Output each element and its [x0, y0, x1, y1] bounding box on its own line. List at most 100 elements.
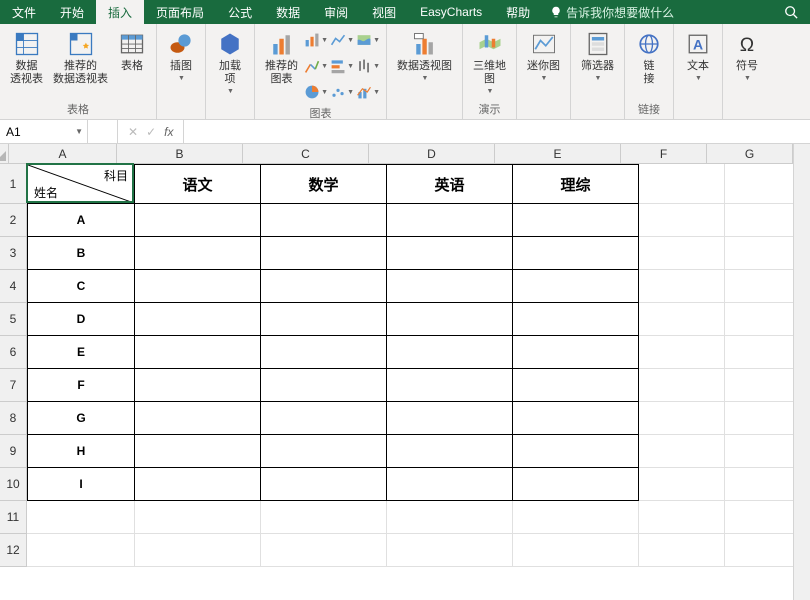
cell[interactable]: [513, 369, 639, 402]
symbols-button[interactable]: Ω 符号 ▼: [729, 28, 765, 84]
table-button[interactable]: 表格: [114, 28, 150, 75]
row-header[interactable]: 10: [0, 468, 27, 501]
cell[interactable]: [387, 270, 513, 303]
row-header[interactable]: 8: [0, 402, 27, 435]
chart-map-button[interactable]: ▼: [356, 28, 380, 52]
column-header[interactable]: F: [621, 144, 707, 164]
row-header[interactable]: 5: [0, 303, 27, 336]
cell[interactable]: [387, 435, 513, 468]
cell[interactable]: [725, 237, 793, 270]
cell[interactable]: C: [27, 270, 135, 303]
cell[interactable]: [513, 204, 639, 237]
cell[interactable]: [513, 237, 639, 270]
cell[interactable]: [261, 204, 387, 237]
menu-home[interactable]: 开始: [48, 0, 96, 24]
cell[interactable]: [513, 468, 639, 501]
cell[interactable]: [27, 534, 135, 567]
column-header[interactable]: D: [369, 144, 495, 164]
column-header[interactable]: C: [243, 144, 369, 164]
chart-line-button[interactable]: ▼: [330, 28, 354, 52]
cell[interactable]: 英语: [387, 164, 513, 204]
cell[interactable]: [387, 303, 513, 336]
chart-bar-button[interactable]: ▼: [330, 54, 354, 78]
fx-icon[interactable]: fx: [164, 125, 173, 139]
cell[interactable]: [639, 468, 725, 501]
cell[interactable]: [261, 336, 387, 369]
cell[interactable]: [639, 237, 725, 270]
column-header[interactable]: G: [707, 144, 793, 164]
cell[interactable]: [135, 501, 261, 534]
cell[interactable]: [261, 501, 387, 534]
row-header[interactable]: 3: [0, 237, 27, 270]
cancel-icon[interactable]: ✕: [128, 125, 138, 139]
cell[interactable]: [261, 468, 387, 501]
cell[interactable]: [135, 468, 261, 501]
cell[interactable]: [135, 303, 261, 336]
cell[interactable]: [639, 369, 725, 402]
cell[interactable]: [135, 204, 261, 237]
menu-insert[interactable]: 插入: [96, 0, 144, 24]
cell[interactable]: [725, 336, 793, 369]
row-header[interactable]: 6: [0, 336, 27, 369]
cell[interactable]: [513, 435, 639, 468]
cell[interactable]: [639, 270, 725, 303]
chart-pie-button[interactable]: ▼: [304, 80, 328, 104]
recommended-pivot-button[interactable]: 推荐的 数据透视表: [49, 28, 112, 88]
cell[interactable]: [725, 303, 793, 336]
cell[interactable]: [135, 270, 261, 303]
name-box[interactable]: A1 ▼: [0, 120, 88, 143]
cell[interactable]: [261, 270, 387, 303]
tell-me-search[interactable]: 告诉我你想要做什么: [542, 0, 682, 24]
cell[interactable]: [135, 336, 261, 369]
column-header[interactable]: B: [117, 144, 243, 164]
enter-icon[interactable]: ✓: [146, 125, 156, 139]
cell[interactable]: [725, 468, 793, 501]
cell[interactable]: [261, 534, 387, 567]
cell[interactable]: [725, 369, 793, 402]
chart-combo-button[interactable]: ▼: [356, 80, 380, 104]
cell[interactable]: [135, 369, 261, 402]
cell[interactable]: [725, 402, 793, 435]
cell[interactable]: [387, 369, 513, 402]
cell[interactable]: [725, 204, 793, 237]
link-button[interactable]: 链 接: [631, 28, 667, 88]
menu-view[interactable]: 视图: [360, 0, 408, 24]
cell[interactable]: 科目姓名: [27, 164, 135, 204]
cell[interactable]: [513, 270, 639, 303]
menu-file[interactable]: 文件: [0, 0, 48, 24]
cell[interactable]: [639, 501, 725, 534]
cell[interactable]: [639, 534, 725, 567]
cell[interactable]: [639, 402, 725, 435]
cell[interactable]: [725, 501, 793, 534]
cell[interactable]: [387, 468, 513, 501]
cell[interactable]: [135, 402, 261, 435]
cell[interactable]: [639, 204, 725, 237]
column-header[interactable]: E: [495, 144, 621, 164]
cell[interactable]: [513, 501, 639, 534]
cell[interactable]: [135, 237, 261, 270]
recommended-charts-button[interactable]: 推荐的 图表: [261, 28, 302, 88]
cell[interactable]: D: [27, 303, 135, 336]
row-header[interactable]: 11: [0, 501, 27, 534]
cell[interactable]: [387, 237, 513, 270]
menu-review[interactable]: 审阅: [312, 0, 360, 24]
row-header[interactable]: 9: [0, 435, 27, 468]
cell[interactable]: [725, 270, 793, 303]
cell[interactable]: [387, 204, 513, 237]
text-button[interactable]: A 文本 ▼: [680, 28, 716, 84]
cell[interactable]: B: [27, 237, 135, 270]
chart-stock-button[interactable]: ▼: [356, 54, 380, 78]
cell[interactable]: F: [27, 369, 135, 402]
cell[interactable]: [387, 402, 513, 435]
cell[interactable]: E: [27, 336, 135, 369]
cell[interactable]: A: [27, 204, 135, 237]
cell[interactable]: [513, 303, 639, 336]
search-icon[interactable]: [772, 0, 810, 24]
row-header[interactable]: 7: [0, 369, 27, 402]
cell[interactable]: [639, 164, 725, 204]
cell[interactable]: [513, 336, 639, 369]
cell[interactable]: [261, 435, 387, 468]
column-header[interactable]: A: [9, 144, 117, 164]
cell[interactable]: [725, 164, 793, 204]
cell[interactable]: [261, 303, 387, 336]
